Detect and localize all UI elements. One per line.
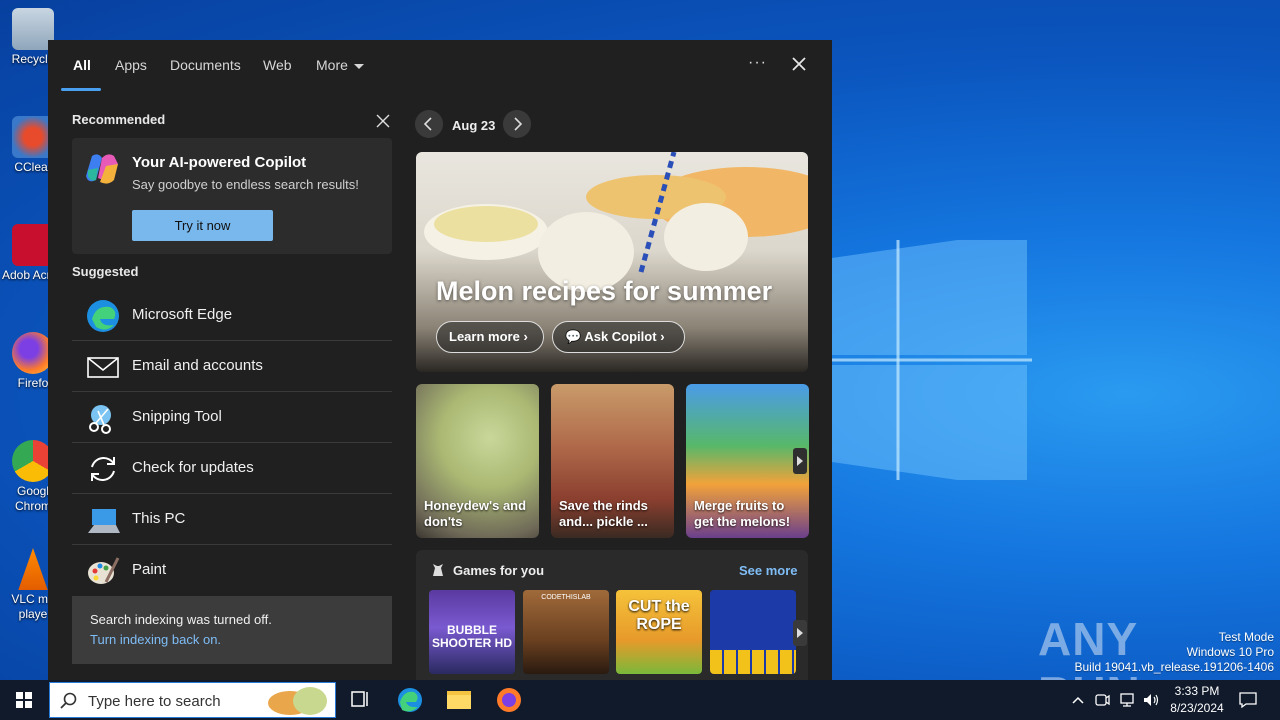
suggested-list: Microsoft Edge Email and accounts Snippi… xyxy=(72,290,392,596)
game-title: CODETHISLAB xyxy=(541,594,591,601)
firefox-taskbar-icon[interactable] xyxy=(485,680,533,720)
news-card-merge-game[interactable]: Merge fruits to get the melons! xyxy=(686,384,809,538)
copilot-logo-icon xyxy=(86,154,118,184)
tab-documents[interactable]: Documents xyxy=(170,57,241,73)
news-card-title: Merge fruits to get the melons! xyxy=(694,498,791,529)
learn-more-button[interactable]: Learn more › xyxy=(436,321,544,353)
chevron-right-icon: › xyxy=(523,329,528,344)
hero-title: Melon recipes for summer xyxy=(436,276,773,306)
tab-apps[interactable]: Apps xyxy=(115,57,147,73)
news-card-title: Honeydew's and don'ts xyxy=(424,498,527,529)
games-icon xyxy=(433,564,443,576)
chevron-right-icon[interactable] xyxy=(793,620,807,646)
game-bubble-shooter[interactable]: BUBBLE SHOOTER HD xyxy=(429,590,515,674)
suggested-item-snipping-tool[interactable]: Snipping Tool xyxy=(72,392,392,443)
highlight-date: Aug 23 xyxy=(452,118,496,133)
search-icon xyxy=(60,692,77,709)
suggested-item-label: This PC xyxy=(132,510,186,527)
games-section: Games for you See more BUBBLE SHOOTER HD… xyxy=(416,550,808,680)
chevron-right-icon[interactable] xyxy=(503,110,531,138)
suggested-item-this-pc[interactable]: This PC xyxy=(72,494,392,545)
games-title: Games for you xyxy=(453,563,545,578)
volume-icon[interactable] xyxy=(1142,692,1160,708)
dismiss-recommended-icon[interactable] xyxy=(376,114,390,128)
windows-logo xyxy=(832,240,1032,480)
search-tabs: All Apps Documents Web More ··· xyxy=(48,40,832,92)
meet-now-icon[interactable] xyxy=(1094,692,1110,708)
try-it-now-button[interactable]: Try it now xyxy=(132,210,273,241)
chevron-right-icon[interactable] xyxy=(793,448,807,474)
news-card-pickle[interactable]: Save the rinds and... pickle ... xyxy=(551,384,674,538)
tab-more-label: More xyxy=(316,57,348,73)
suggested-item-email[interactable]: Email and accounts xyxy=(72,341,392,392)
game-title: BUBBLE SHOOTER HD xyxy=(431,623,512,650)
search-panel: All Apps Documents Web More ··· Recommen… xyxy=(48,40,832,680)
recommended-title: Recommended xyxy=(72,112,166,127)
game-cut-the-rope[interactable]: CUT the ROPE xyxy=(616,590,702,674)
more-options-icon[interactable]: ··· xyxy=(748,54,767,72)
indexing-notice: Search indexing was turned off. Turn ind… xyxy=(72,596,392,664)
file-explorer-icon[interactable] xyxy=(435,680,483,720)
see-more-link[interactable]: See more xyxy=(739,563,798,578)
os-info: Test Mode Windows 10 Pro Build 19041.vb_… xyxy=(1074,630,1275,674)
chevron-up-icon[interactable] xyxy=(1070,693,1086,707)
paint-icon xyxy=(88,557,120,584)
game-title: CUT the ROPE xyxy=(628,598,690,633)
game-chess[interactable]: CODETHISLAB xyxy=(523,590,609,674)
snipping-tool-icon xyxy=(89,405,111,434)
turn-indexing-on-link[interactable]: Turn indexing back on. xyxy=(90,632,221,647)
suggested-item-label: Snipping Tool xyxy=(132,408,222,425)
caret-down-icon xyxy=(353,63,364,69)
chevron-left-icon[interactable] xyxy=(415,110,443,138)
clock[interactable]: 3:33 PM 8/23/2024 xyxy=(1160,683,1234,717)
tab-more[interactable]: More xyxy=(316,57,364,73)
mail-icon xyxy=(87,357,119,378)
clock-date: 8/23/2024 xyxy=(1170,701,1224,715)
notifications-icon[interactable] xyxy=(1238,691,1258,709)
indexing-text: Search indexing was turned off. xyxy=(90,612,272,627)
edge-icon xyxy=(87,300,119,332)
ask-copilot-button[interactable]: 💬 Ask Copilot › xyxy=(552,321,685,353)
computer-icon xyxy=(88,509,120,533)
suggested-item-label: Check for updates xyxy=(132,459,254,476)
game-blocks[interactable] xyxy=(710,590,796,674)
blocks-pattern xyxy=(710,650,796,674)
news-card-title: Save the rinds and... pickle ... xyxy=(559,498,648,529)
ask-copilot-label: Ask Copilot xyxy=(584,329,657,344)
suggested-item-label: Paint xyxy=(132,561,167,578)
copilot-card-title: Your AI-powered Copilot xyxy=(132,154,307,171)
taskbar-search-box[interactable]: Type here to search xyxy=(49,682,336,718)
tab-web[interactable]: Web xyxy=(263,57,292,73)
suggested-item-label: Email and accounts xyxy=(132,357,263,374)
learn-more-label: Learn more xyxy=(449,329,520,344)
tab-all[interactable]: All xyxy=(73,57,91,73)
start-button[interactable] xyxy=(0,680,48,720)
suggested-item-paint[interactable]: Paint xyxy=(72,545,392,596)
search-placeholder: Type here to search xyxy=(88,693,221,710)
taskbar: Type here to search 3:33 PM 8/23/2024 xyxy=(0,680,1280,720)
suggested-title: Suggested xyxy=(72,264,139,279)
chat-icon: 💬 xyxy=(565,329,582,344)
melon-search-highlight-icon xyxy=(268,687,327,715)
left-column: Recommended Your AI-powered Copilot Say … xyxy=(72,112,392,664)
copilot-card-subtitle: Say goodbye to endless search results! xyxy=(132,177,359,192)
network-icon[interactable] xyxy=(1118,692,1136,708)
copilot-card: Your AI-powered Copilot Say goodbye to e… xyxy=(72,138,392,254)
active-tab-indicator xyxy=(61,88,101,91)
close-icon[interactable] xyxy=(789,54,809,74)
suggested-item-check-updates[interactable]: Check for updates xyxy=(72,443,392,494)
news-card-honeydew[interactable]: Honeydew's and don'ts xyxy=(416,384,539,538)
clock-time: 3:33 PM xyxy=(1174,684,1220,698)
task-view-icon[interactable] xyxy=(336,680,384,720)
sync-icon xyxy=(91,457,115,481)
edge-taskbar-icon[interactable] xyxy=(386,680,434,720)
suggested-item-label: Microsoft Edge xyxy=(132,306,233,323)
suggested-item-edge[interactable]: Microsoft Edge xyxy=(72,290,392,341)
chevron-right-icon: › xyxy=(660,329,665,344)
hero-card[interactable]: Melon recipes for summer Learn more › 💬 … xyxy=(416,152,808,372)
